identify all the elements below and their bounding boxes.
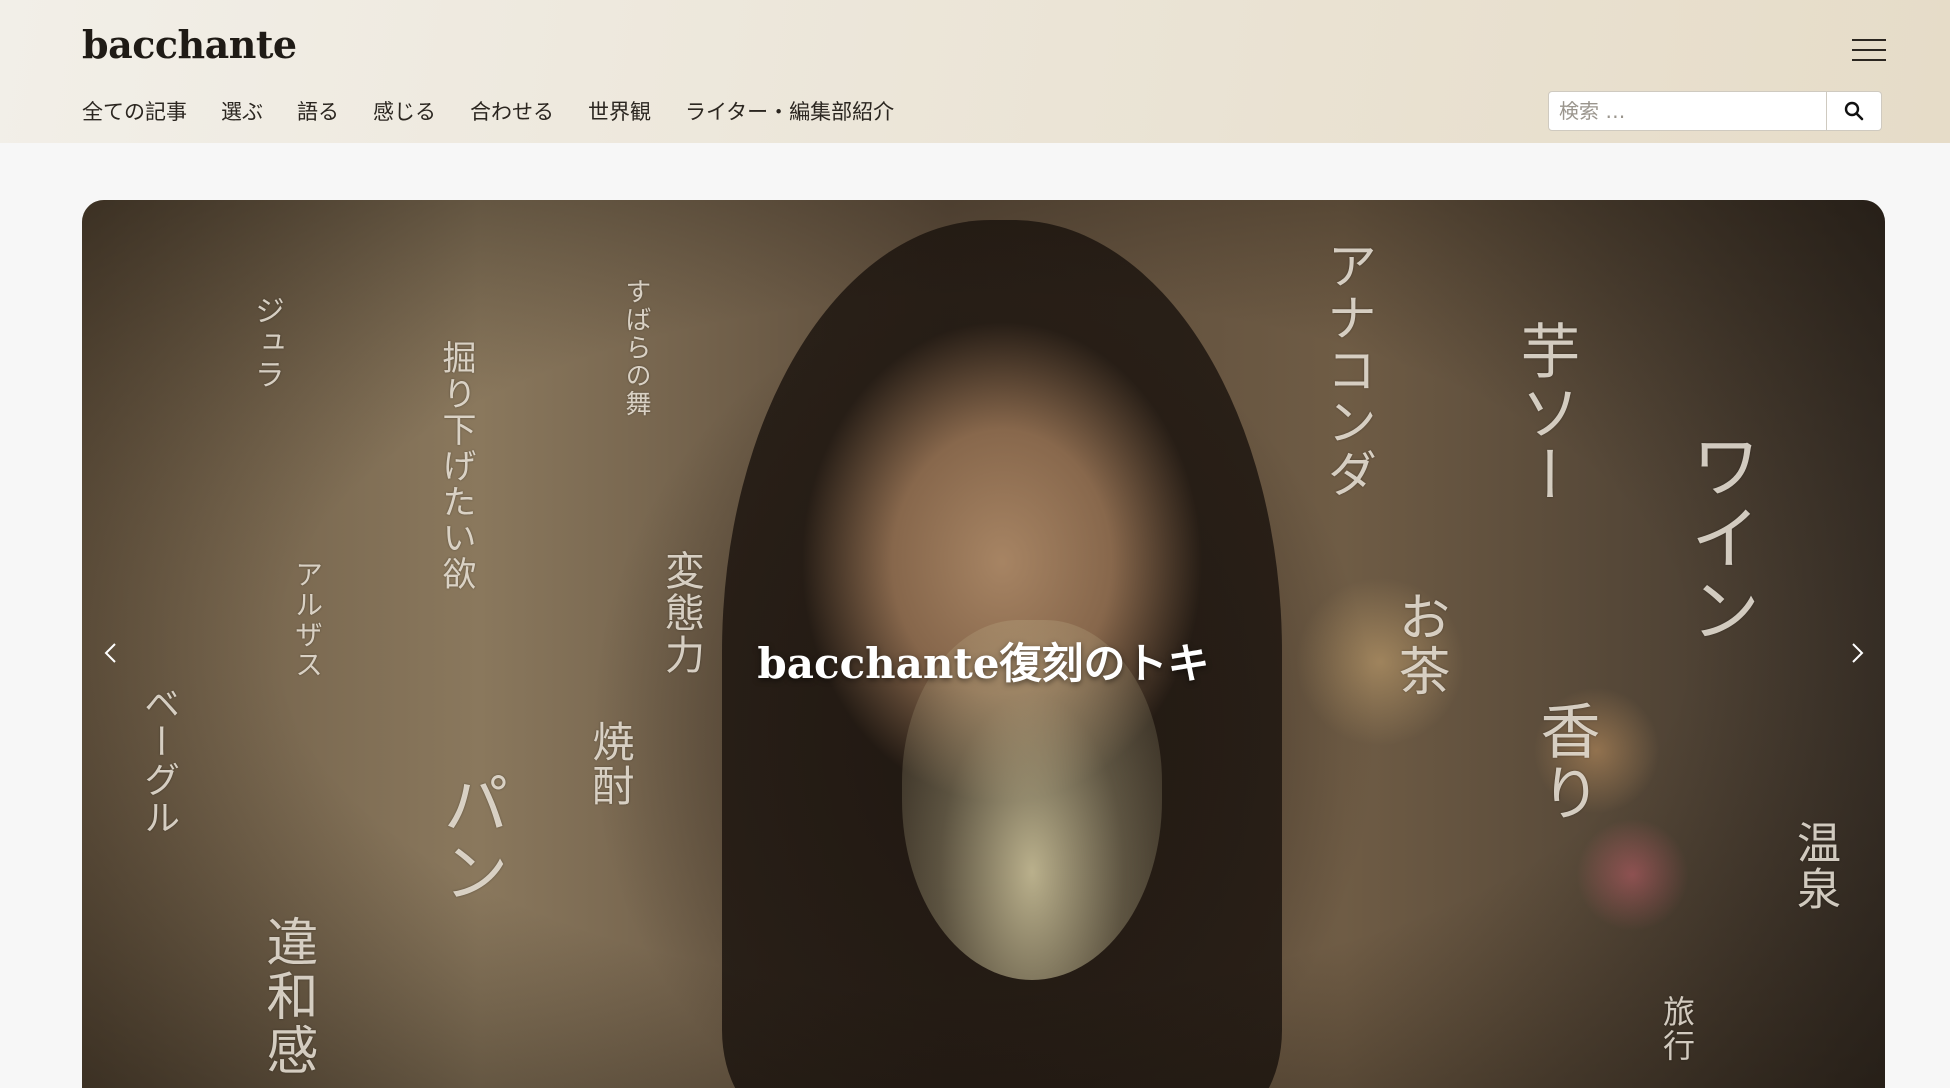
hamburger-menu-icon[interactable]	[1852, 37, 1886, 63]
nav-item-feel[interactable]: 感じる	[373, 96, 436, 126]
search-form	[1548, 91, 1882, 131]
hero-word: ベーグル	[138, 685, 179, 837]
nav-item-choose[interactable]: 選ぶ	[221, 96, 263, 126]
slider-prev-button[interactable]	[96, 638, 126, 668]
hero-word: 香り	[1530, 700, 1600, 824]
hero-word: 温泉	[1789, 820, 1840, 912]
search-icon	[1844, 101, 1864, 121]
hero-word: アナコンダ	[1319, 240, 1377, 500]
hero-word: すばらの舞	[621, 278, 651, 418]
nav-item-all-articles[interactable]: 全ての記事	[82, 96, 187, 126]
hero-word: パン	[432, 770, 509, 906]
hero-word: ワイン	[1679, 430, 1761, 646]
chevron-right-icon	[1852, 643, 1864, 663]
hero-word: ジュラ	[249, 295, 284, 391]
site-logo[interactable]: bacchante	[82, 22, 297, 67]
main-nav: 全ての記事 選ぶ 語る 感じる 合わせる 世界観 ライター・編集部紹介	[82, 96, 928, 126]
site-header: bacchante 全ての記事 選ぶ 語る 感じる 合わせる 世界観 ライター・…	[0, 0, 1950, 143]
nav-item-pair[interactable]: 合わせる	[470, 96, 554, 126]
hero-word: 違和感	[257, 915, 317, 1077]
nav-item-talk[interactable]: 語る	[297, 96, 339, 126]
search-input[interactable]	[1549, 92, 1826, 130]
hero-slider[interactable]: ジュラ 掘り下げたい欲 すばらの舞 アルザス 変態力 ベーグル 焼酎 パン 違和…	[82, 200, 1885, 1088]
search-button[interactable]	[1826, 92, 1881, 130]
hero-word: 芋ソー	[1510, 320, 1580, 506]
hero-word: 旅行	[1658, 995, 1696, 1063]
slider-next-button[interactable]	[1842, 638, 1872, 668]
hero-word: 焼酎	[586, 720, 635, 808]
chevron-left-icon	[104, 643, 116, 663]
nav-item-writers[interactable]: ライター・編集部紹介	[685, 96, 894, 126]
hero-word: 掘り下げたい欲	[436, 340, 476, 592]
hero-title[interactable]: bacchante復刻のトキ	[82, 630, 1885, 691]
nav-item-worldview[interactable]: 世界観	[588, 96, 651, 126]
